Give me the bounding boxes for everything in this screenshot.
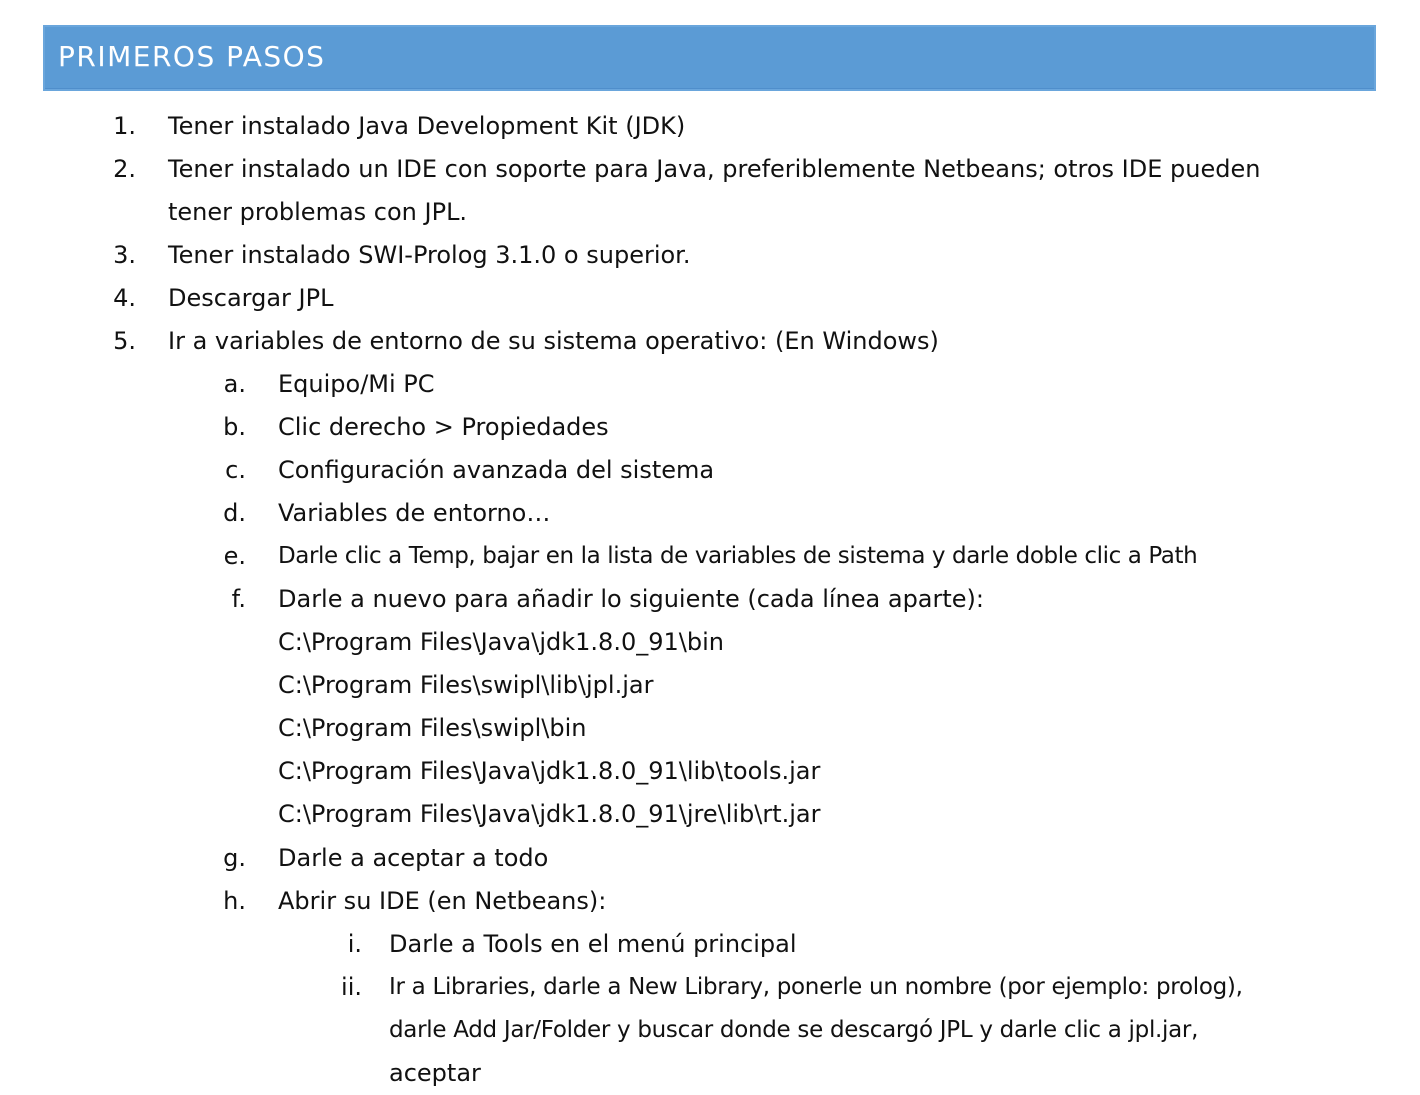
step-1-marker: 1. [113,112,136,140]
substep-e-marker: e. [223,542,246,570]
step-3-marker: 3. [113,241,136,269]
step-5-text: Ir a variables de entorno de su sistema … [168,327,939,355]
subsubstep-i-text: Darle a Tools en el menú principal [389,930,797,958]
step-2-text-line-2: tener problemas con JPL. [168,198,468,226]
substep-a-marker: a. [223,370,246,398]
subsubstep-ii-text-line-1: Ir a Libraries, darle a New Library, pon… [389,974,1243,1000]
step-4-marker: 4. [113,284,136,312]
substep-a-text: Equipo/Mi PC [278,370,435,398]
path-entry: C:\Program Files\swipl\bin [278,714,587,742]
step-3-text: Tener instalado SWI-Prolog 3.1.0 o super… [168,241,691,269]
substep-d-marker: d. [223,499,246,527]
substep-e-text: Darle clic a Temp, bajar en la lista de … [278,543,1198,569]
substep-g-text: Darle a aceptar a todo [278,844,549,872]
substep-f-marker: f. [231,585,246,613]
substep-b-text: Clic derecho > Propiedades [278,413,609,441]
subsubstep-ii-marker: ii. [341,973,362,1001]
path-entry: C:\Program Files\swipl\lib\jpl.jar [278,671,654,699]
section-heading: PRIMEROS PASOS [58,40,326,73]
path-entry: C:\Program Files\Java\jdk1.8.0_91\lib\to… [278,757,821,785]
substep-f-text: Darle a nuevo para añadir lo siguiente (… [278,585,984,613]
substep-d-text: Variables de entorno… [278,499,551,527]
section-heading-bar: PRIMEROS PASOS [43,25,1376,91]
substep-c-text: Configuración avanzada del sistema [278,456,715,484]
substep-b-marker: b. [223,413,246,441]
substep-g-marker: g. [223,844,246,872]
subsubstep-i-marker: i. [347,930,362,958]
step-2-text-line-1: Tener instalado un IDE con soporte para … [168,155,1261,183]
substep-h-text: Abrir su IDE (en Netbeans): [278,887,607,915]
path-entry: C:\Program Files\Java\jdk1.8.0_91\jre\li… [278,800,821,828]
substep-h-marker: h. [223,887,246,915]
step-1-text: Tener instalado Java Development Kit (JD… [168,112,686,140]
step-5-marker: 5. [113,327,136,355]
substep-c-marker: c. [225,456,246,484]
step-2-marker: 2. [113,155,136,183]
subsubstep-ii-text-line-2: darle Add Jar/Folder y buscar donde se d… [389,1017,1199,1043]
path-entry: C:\Program Files\Java\jdk1.8.0_91\bin [278,628,724,656]
step-4-text: Descargar JPL [168,284,334,312]
subsubstep-ii-text-line-3: aceptar [389,1059,481,1087]
